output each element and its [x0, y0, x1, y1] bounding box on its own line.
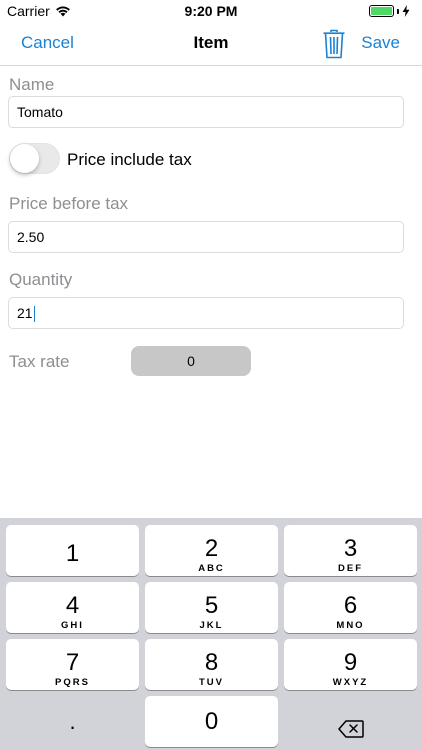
price-value: 2.50	[17, 229, 45, 245]
quantity-value: 21	[17, 305, 33, 321]
key-5[interactable]: 5 JKL	[145, 582, 278, 633]
name-field[interactable]: Tomato	[8, 96, 404, 128]
key-4[interactable]: 4 GHI	[6, 582, 139, 633]
status-time: 9:20 PM	[184, 3, 238, 19]
navigation-bar: Cancel Item Save	[0, 22, 422, 66]
key-3[interactable]: 3 DEF	[284, 525, 417, 576]
name-value: Tomato	[17, 104, 63, 120]
save-button[interactable]: Save	[361, 33, 400, 53]
battery-icon	[369, 5, 394, 17]
price-label: Price before tax	[9, 194, 129, 213]
status-bar: Carrier 9:20 PM	[0, 0, 422, 22]
tax-rate-picker[interactable]: 0	[131, 346, 251, 376]
tax-rate-label: Tax rate	[9, 352, 70, 371]
key-1[interactable]: 1	[6, 525, 139, 576]
key-8[interactable]: 8 TUV	[145, 639, 278, 690]
quantity-field[interactable]: 21	[8, 297, 404, 329]
page-title: Item	[193, 33, 229, 52]
key-6[interactable]: 6 MNO	[284, 582, 417, 633]
trash-icon	[323, 29, 345, 59]
name-label: Name	[9, 75, 55, 94]
battery-indicator	[369, 5, 410, 17]
key-backspace[interactable]	[284, 696, 417, 747]
backspace-icon	[337, 719, 364, 738]
key-decimal[interactable]: .	[6, 696, 139, 747]
toggle-knob	[10, 144, 39, 173]
quantity-label: Quantity	[9, 270, 73, 289]
price-include-tax-toggle[interactable]	[9, 143, 60, 174]
battery-level	[371, 7, 392, 15]
battery-tip	[397, 8, 399, 14]
price-include-tax-label: Price include tax	[67, 150, 192, 169]
price-field[interactable]: 2.50	[8, 221, 404, 253]
key-0[interactable]: 0	[145, 696, 278, 747]
key-7[interactable]: 7 PQRS	[6, 639, 139, 690]
delete-button[interactable]	[322, 29, 346, 59]
text-cursor	[33, 306, 35, 323]
key-2[interactable]: 2 ABC	[145, 525, 278, 576]
key-9[interactable]: 9 WXYZ	[284, 639, 417, 690]
numeric-keypad: 1 2 ABC 3 DEF 4 GHI 5 JKL 6 MNO 7 PQRS 8…	[0, 518, 422, 750]
charging-bolt-icon	[402, 5, 410, 17]
